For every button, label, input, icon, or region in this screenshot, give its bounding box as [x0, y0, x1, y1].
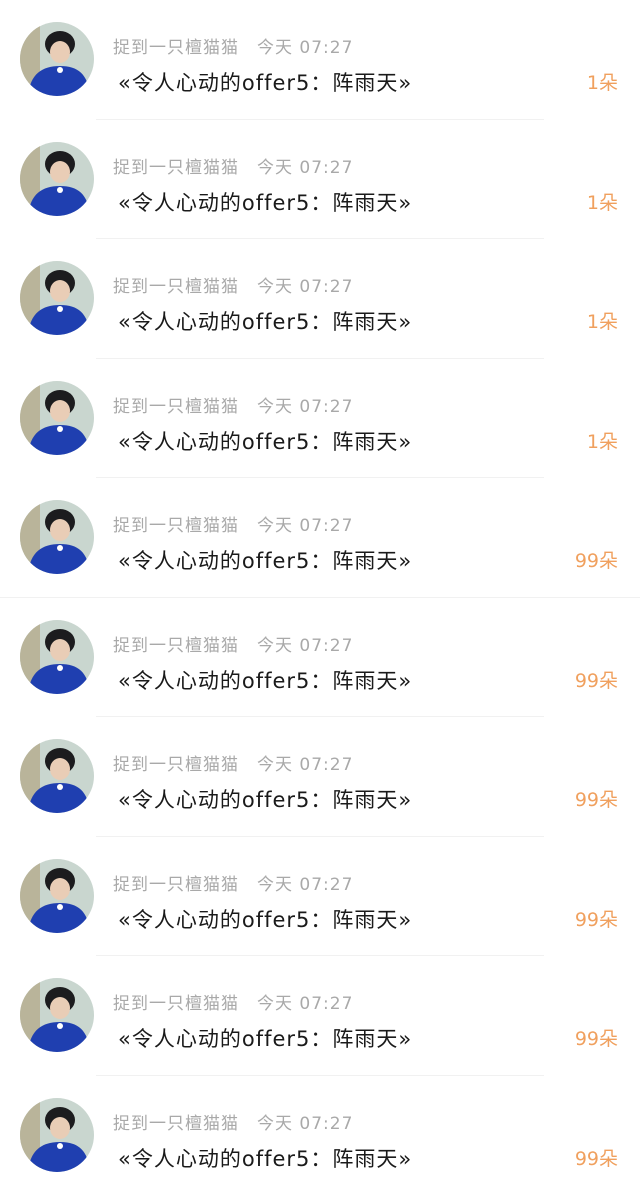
list-item[interactable]: 捉到一只檀猫猫 今天 07:27 «令人心动的offer5：阵雨天» 99朵 — [0, 717, 640, 837]
user-name[interactable]: 捉到一只檀猫猫 — [113, 875, 239, 895]
list-item[interactable]: 捉到一只檀猫猫 今天 07:27 «令人心动的offer5：阵雨天» 99朵 — [0, 598, 640, 717]
record-time: 今天 07:27 — [257, 396, 354, 417]
gift-count: 99朵 — [574, 908, 618, 931]
user-name[interactable]: 捉到一只檀猫猫 — [113, 277, 239, 297]
user-avatar-icon — [20, 619, 94, 694]
record-time: 今天 07:27 — [257, 994, 354, 1014]
user-name[interactable]: 捉到一只檀猫猫 — [113, 158, 239, 178]
record-meta: 捉到一只檀猫猫 今天 07:27 — [113, 631, 354, 656]
gift-count: 99朵 — [574, 1147, 618, 1170]
record-time: 今天 07:27 — [257, 635, 354, 656]
user-name[interactable]: 捉到一只檀猫猫 — [113, 755, 239, 775]
list-item[interactable]: 捉到一只檀猫猫 今天 07:27 «令人心动的offer5：阵雨天» 99朵 — [0, 1076, 640, 1193]
list-item[interactable]: 捉到一只檀猫猫 今天 07:27 «令人心动的offer5：阵雨天» 1朵 — [0, 0, 640, 120]
list-item[interactable]: 捉到一只檀猫猫 今天 07:27 «令人心动的offer5：阵雨天» 99朵 — [0, 837, 640, 956]
gift-count: 99朵 — [574, 669, 618, 692]
record-time: 今天 07:27 — [257, 277, 354, 297]
record-time: 今天 07:27 — [257, 157, 354, 178]
user-avatar-icon — [20, 22, 94, 96]
gift-count: 99朵 — [574, 789, 618, 811]
list-item[interactable]: 捉到一只檀猫猫 今天 07:27 «令人心动的offer5：阵雨天» 1朵 — [0, 239, 640, 359]
user-name[interactable]: 捉到一只檀猫猫 — [113, 516, 239, 536]
gift-title: «令人心动的offer5：阵雨天» — [118, 1146, 413, 1171]
user-avatar-icon — [20, 380, 94, 455]
record-meta: 捉到一只檀猫猫 今天 07:27 — [113, 511, 354, 536]
user-avatar-icon — [20, 261, 94, 335]
record-meta: 捉到一只檀猫猫 今天 07:27 — [113, 1109, 354, 1134]
record-meta: 捉到一只檀猫猫 今天 07:27 — [113, 33, 354, 58]
gift-title: «令人心动的offer5：阵雨天» — [118, 788, 413, 812]
user-avatar[interactable] — [20, 380, 94, 455]
record-meta: 捉到一只檀猫猫 今天 07:27 — [113, 750, 354, 775]
gift-count: 99朵 — [574, 1028, 618, 1050]
user-name[interactable]: 捉到一只檀猫猫 — [113, 397, 239, 417]
user-avatar-icon — [20, 1097, 94, 1172]
user-name[interactable]: 捉到一只檀猫猫 — [113, 994, 239, 1014]
user-avatar[interactable] — [20, 500, 94, 574]
record-time: 今天 07:27 — [257, 516, 354, 536]
gift-title: «令人心动的offer5：阵雨天» — [118, 310, 413, 334]
list-item[interactable]: 捉到一只檀猫猫 今天 07:27 «令人心动的offer5：阵雨天» 99朵 — [0, 478, 640, 598]
user-avatar[interactable] — [20, 1097, 94, 1172]
user-name[interactable]: 捉到一只檀猫猫 — [113, 1114, 239, 1134]
user-avatar[interactable] — [20, 739, 94, 813]
record-meta: 捉到一只檀猫猫 今天 07:27 — [113, 870, 354, 895]
list-item[interactable]: 捉到一只檀猫猫 今天 07:27 «令人心动的offer5：阵雨天» 1朵 — [0, 120, 640, 239]
user-avatar-icon — [20, 500, 94, 574]
gift-title: «令人心动的offer5：阵雨天» — [118, 190, 413, 215]
list-item[interactable]: 捉到一只檀猫猫 今天 07:27 «令人心动的offer5：阵雨天» 1朵 — [0, 359, 640, 478]
user-avatar-icon — [20, 739, 94, 813]
user-avatar[interactable] — [20, 261, 94, 335]
gift-count: 1朵 — [586, 191, 618, 214]
user-avatar-icon — [20, 858, 94, 933]
record-meta: 捉到一只檀猫猫 今天 07:27 — [113, 153, 354, 178]
record-time: 今天 07:27 — [257, 874, 354, 895]
user-avatar[interactable] — [20, 619, 94, 694]
record-time: 今天 07:27 — [257, 755, 354, 775]
gift-count: 99朵 — [574, 550, 618, 572]
user-name[interactable]: 捉到一只檀猫猫 — [113, 38, 239, 58]
gift-record-list: 捉到一只檀猫猫 今天 07:27 «令人心动的offer5：阵雨天» 1朵 捉到一… — [0, 0, 640, 1193]
user-avatar[interactable] — [20, 22, 94, 96]
gift-count: 1朵 — [586, 72, 618, 94]
record-meta: 捉到一只檀猫猫 今天 07:27 — [113, 989, 354, 1014]
record-time: 今天 07:27 — [257, 38, 354, 58]
user-avatar[interactable] — [20, 141, 94, 216]
gift-count: 1朵 — [586, 311, 618, 333]
record-meta: 捉到一只檀猫猫 今天 07:27 — [113, 392, 354, 417]
user-avatar-icon — [20, 141, 94, 216]
gift-count: 1朵 — [586, 430, 618, 453]
gift-title: «令人心动的offer5：阵雨天» — [118, 549, 413, 573]
gift-title: «令人心动的offer5：阵雨天» — [118, 429, 413, 454]
record-meta: 捉到一只檀猫猫 今天 07:27 — [113, 272, 354, 297]
gift-title: «令人心动的offer5：阵雨天» — [118, 907, 413, 932]
user-name[interactable]: 捉到一只檀猫猫 — [113, 636, 239, 656]
list-item[interactable]: 捉到一只檀猫猫 今天 07:27 «令人心动的offer5：阵雨天» 99朵 — [0, 956, 640, 1076]
user-avatar[interactable] — [20, 858, 94, 933]
gift-title: «令人心动的offer5：阵雨天» — [118, 71, 413, 95]
gift-title: «令人心动的offer5：阵雨天» — [118, 1027, 413, 1051]
record-time: 今天 07:27 — [257, 1113, 354, 1134]
user-avatar-icon — [20, 978, 94, 1052]
gift-title: «令人心动的offer5：阵雨天» — [118, 668, 413, 693]
user-avatar[interactable] — [20, 978, 94, 1052]
